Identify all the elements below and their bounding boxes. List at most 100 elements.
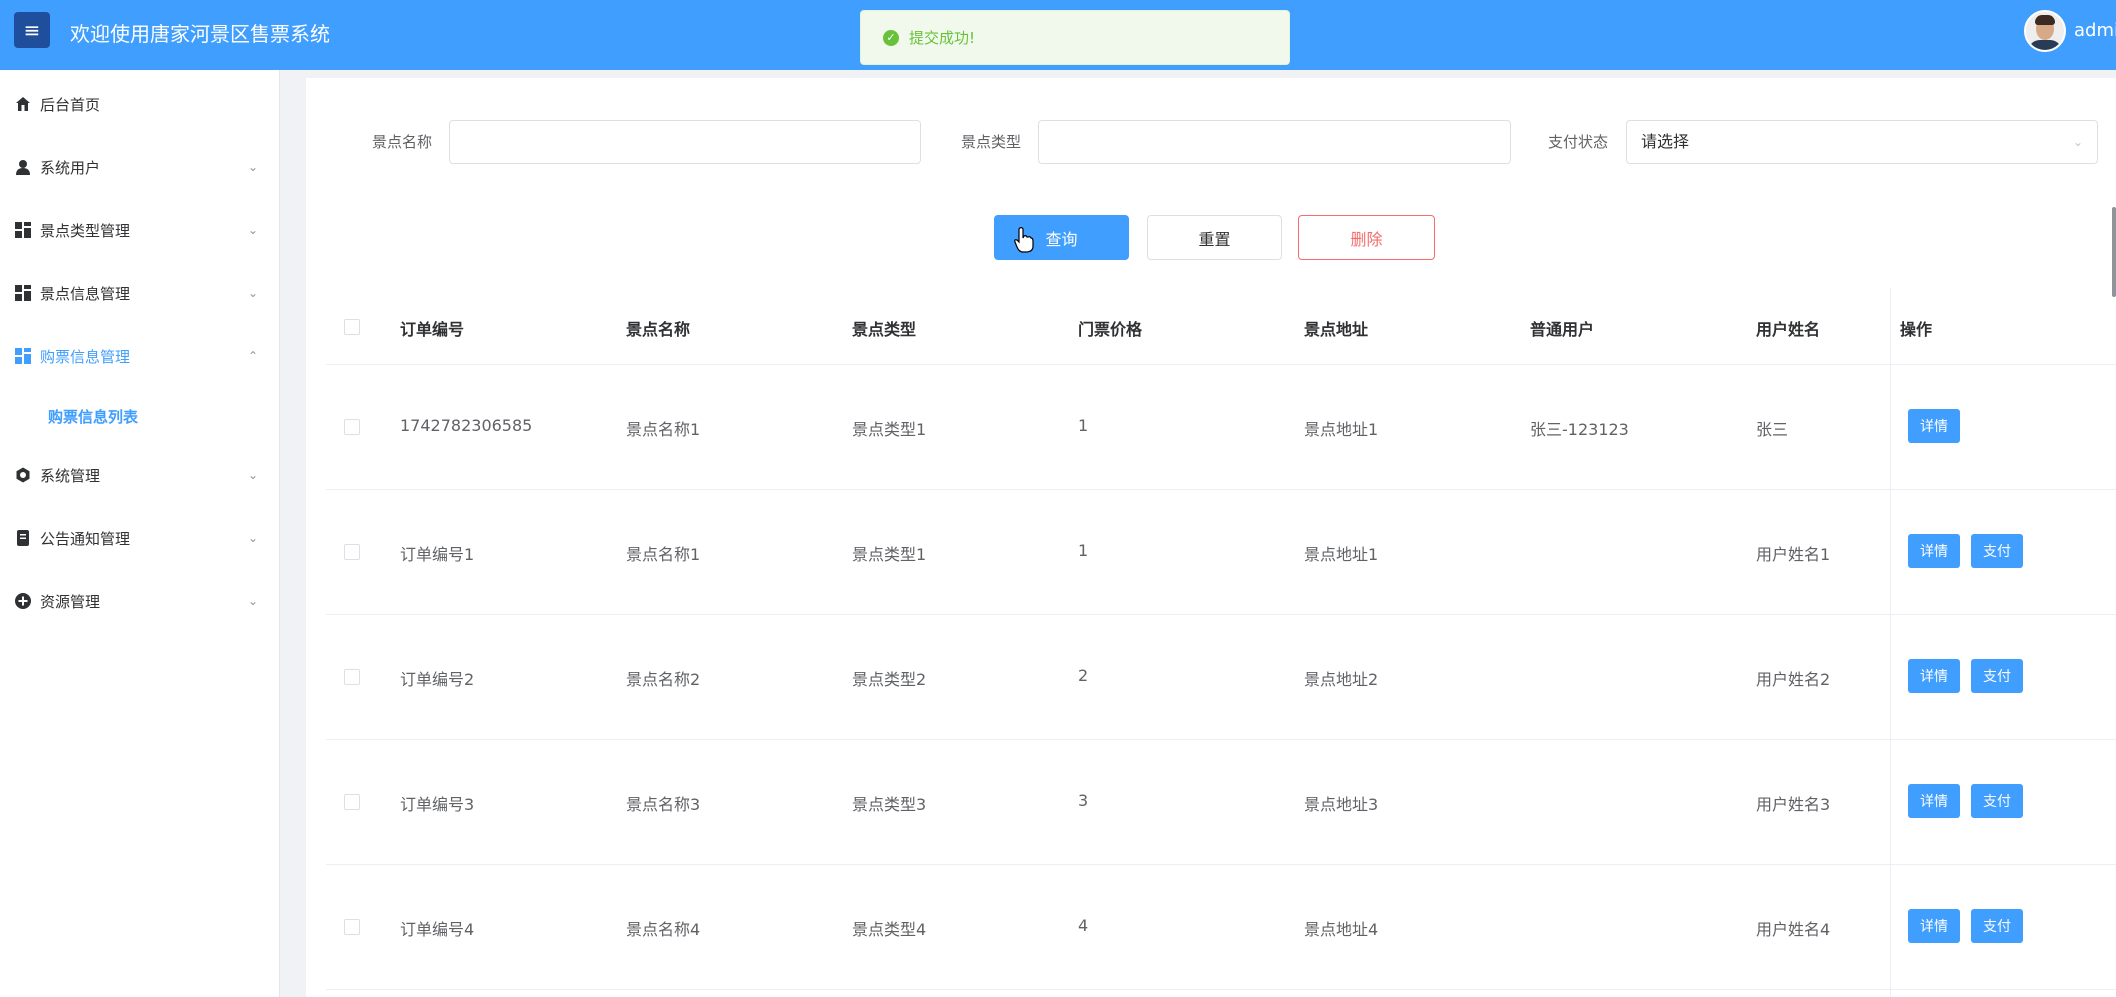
table-row: 订单编号4 景点名称4 景点类型4 4 景点地址4 用户姓名4 详情 支付 [326, 865, 2116, 990]
chevron-down-icon: ⌄ [247, 286, 258, 300]
sidebar-item-label: 景点类型管理 [40, 221, 131, 240]
document-icon [14, 529, 32, 547]
chevron-down-icon: ⌄ [247, 223, 258, 237]
pay-button[interactable]: 支付 [1971, 534, 2023, 568]
user-name-cell: 用户姓名1 [1756, 545, 1831, 564]
spot-name-cell: 景点名称3 [626, 795, 701, 814]
spot-name-cell: 景点名称2 [626, 670, 701, 689]
sidebar-item-ticket-info[interactable]: 购票信息管理 ⌃ [0, 336, 280, 376]
spot-type-label: 景点类型 [961, 133, 1022, 151]
toast-message: 提交成功! [909, 29, 976, 47]
pay-button[interactable]: 支付 [1971, 909, 2023, 943]
main-content: 景点名称 景点类型 支付状态 请选择 ⌄ 查询 重置 删除 订单编号 景点名称 … [306, 78, 2116, 997]
spot-name-cell: 景点名称4 [626, 920, 701, 939]
column-header: 用户姓名 [1756, 320, 1821, 339]
spot-type-cell: 景点类型1 [852, 545, 927, 564]
scrollbar-thumb[interactable] [2112, 207, 2116, 297]
avatar[interactable] [2024, 10, 2066, 52]
user-name-cell: 张三 [1756, 420, 1789, 439]
chevron-up-icon: ⌃ [247, 349, 258, 363]
row-checkbox[interactable] [344, 419, 360, 435]
chevron-down-icon: ⌄ [247, 531, 258, 545]
address-cell: 景点地址1 [1304, 420, 1379, 439]
pay-button[interactable]: 支付 [1971, 784, 2023, 818]
sidebar-item-label: 资源管理 [40, 592, 101, 611]
user-icon [14, 158, 32, 176]
price-cell: 1 [1078, 541, 1089, 560]
sidebar-item-home[interactable]: 后台首页 [0, 84, 280, 124]
sidebar-item-label: 购票信息管理 [40, 347, 131, 366]
sidebar-item-spot-info[interactable]: 景点信息管理 ⌄ [0, 273, 280, 313]
grid-icon [14, 284, 32, 302]
table-header-row: 订单编号 景点名称 景点类型 门票价格 景点地址 普通用户 用户姓名 操作 [326, 288, 2116, 365]
spot-type-input[interactable] [1038, 120, 1511, 164]
user-name-cell: 用户姓名2 [1756, 670, 1831, 689]
row-checkbox[interactable] [344, 919, 360, 935]
price-cell: 4 [1078, 916, 1089, 935]
chevron-down-icon: ⌄ [247, 468, 258, 482]
pay-status-select[interactable]: 请选择 ⌄ [1626, 120, 2098, 164]
row-checkbox[interactable] [344, 794, 360, 810]
detail-button[interactable]: 详情 [1908, 534, 1960, 568]
chevron-down-icon: ⌄ [247, 594, 258, 608]
table-row: 订单编号2 景点名称2 景点类型2 2 景点地址2 用户姓名2 详情 支付 [326, 615, 2116, 740]
table-row: 订单编号3 景点名称3 景点类型3 3 景点地址3 用户姓名3 详情 支付 [326, 740, 2116, 865]
column-header: 景点名称 [626, 320, 691, 339]
reset-button[interactable]: 重置 [1147, 215, 1282, 260]
success-toast: ✓ 提交成功! [860, 10, 1290, 65]
sidebar-item-label: 系统用户 [40, 158, 101, 177]
user-name-cell: 用户姓名3 [1756, 795, 1831, 814]
column-header: 订单编号 [400, 320, 465, 339]
column-header: 普通用户 [1530, 320, 1595, 339]
username[interactable]: admin [2074, 20, 2116, 41]
home-icon [14, 95, 32, 113]
spot-name-cell: 景点名称1 [626, 545, 701, 564]
address-cell: 景点地址3 [1304, 795, 1379, 814]
detail-button[interactable]: 详情 [1908, 909, 1960, 943]
sidebar-item-resources[interactable]: 资源管理 ⌄ [0, 581, 280, 621]
table-row: 1742782306585 景点名称1 景点类型1 1 景点地址1 张三-123… [326, 365, 2116, 490]
delete-button-label: 删除 [1350, 229, 1383, 249]
address-cell: 景点地址1 [1304, 545, 1379, 564]
sidebar-item-spot-types[interactable]: 景点类型管理 ⌄ [0, 210, 280, 250]
address-cell: 景点地址2 [1304, 670, 1379, 689]
grid-icon [14, 221, 32, 239]
gear-icon [14, 466, 32, 484]
plus-circle-icon [14, 592, 32, 610]
spot-name-cell: 景点名称1 [626, 420, 701, 439]
pay-button[interactable]: 支付 [1971, 659, 2023, 693]
row-checkbox[interactable] [344, 669, 360, 685]
sidebar-item-announcements[interactable]: 公告通知管理 ⌄ [0, 518, 280, 558]
reset-button-label: 重置 [1198, 229, 1231, 249]
sidebar-item-system-management[interactable]: 系统管理 ⌄ [0, 455, 280, 495]
pay-status-label: 支付状态 [1548, 133, 1609, 151]
menu-toggle-button[interactable]: ≡ [14, 12, 50, 48]
price-cell: 1 [1078, 416, 1089, 435]
spot-name-input[interactable] [449, 120, 921, 164]
spot-name-label: 景点名称 [372, 133, 433, 151]
select-all-checkbox[interactable] [344, 319, 360, 335]
chevron-down-icon: ⌄ [2072, 135, 2083, 149]
order-no-cell: 1742782306585 [400, 416, 533, 435]
pay-status-value: 请选择 [1641, 132, 1690, 151]
sidebar-subitem-ticket-list[interactable]: 购票信息列表 [0, 396, 280, 436]
sidebar-gutter [280, 70, 306, 997]
user-name-cell: 用户姓名4 [1756, 920, 1831, 939]
detail-button[interactable]: 详情 [1908, 659, 1960, 693]
sidebar-item-system-users[interactable]: 系统用户 ⌄ [0, 147, 280, 187]
order-no-cell: 订单编号1 [400, 545, 475, 564]
sidebar-item-label: 系统管理 [40, 466, 101, 485]
app-title: 欢迎使用唐家河景区售票系统 [70, 22, 330, 46]
delete-button[interactable]: 删除 [1298, 215, 1435, 260]
query-button-label: 查询 [1045, 229, 1078, 249]
check-circle-icon: ✓ [883, 29, 899, 46]
column-header: 景点地址 [1304, 320, 1369, 339]
top-header: ≡ 欢迎使用唐家河景区售票系统 ✓ 提交成功! admin [0, 0, 2116, 70]
spot-type-cell: 景点类型4 [852, 920, 927, 939]
row-checkbox[interactable] [344, 544, 360, 560]
detail-button[interactable]: 详情 [1908, 409, 1960, 443]
order-no-cell: 订单编号2 [400, 670, 475, 689]
detail-button[interactable]: 详情 [1908, 784, 1960, 818]
spot-type-cell: 景点类型3 [852, 795, 927, 814]
spot-type-cell: 景点类型1 [852, 420, 927, 439]
